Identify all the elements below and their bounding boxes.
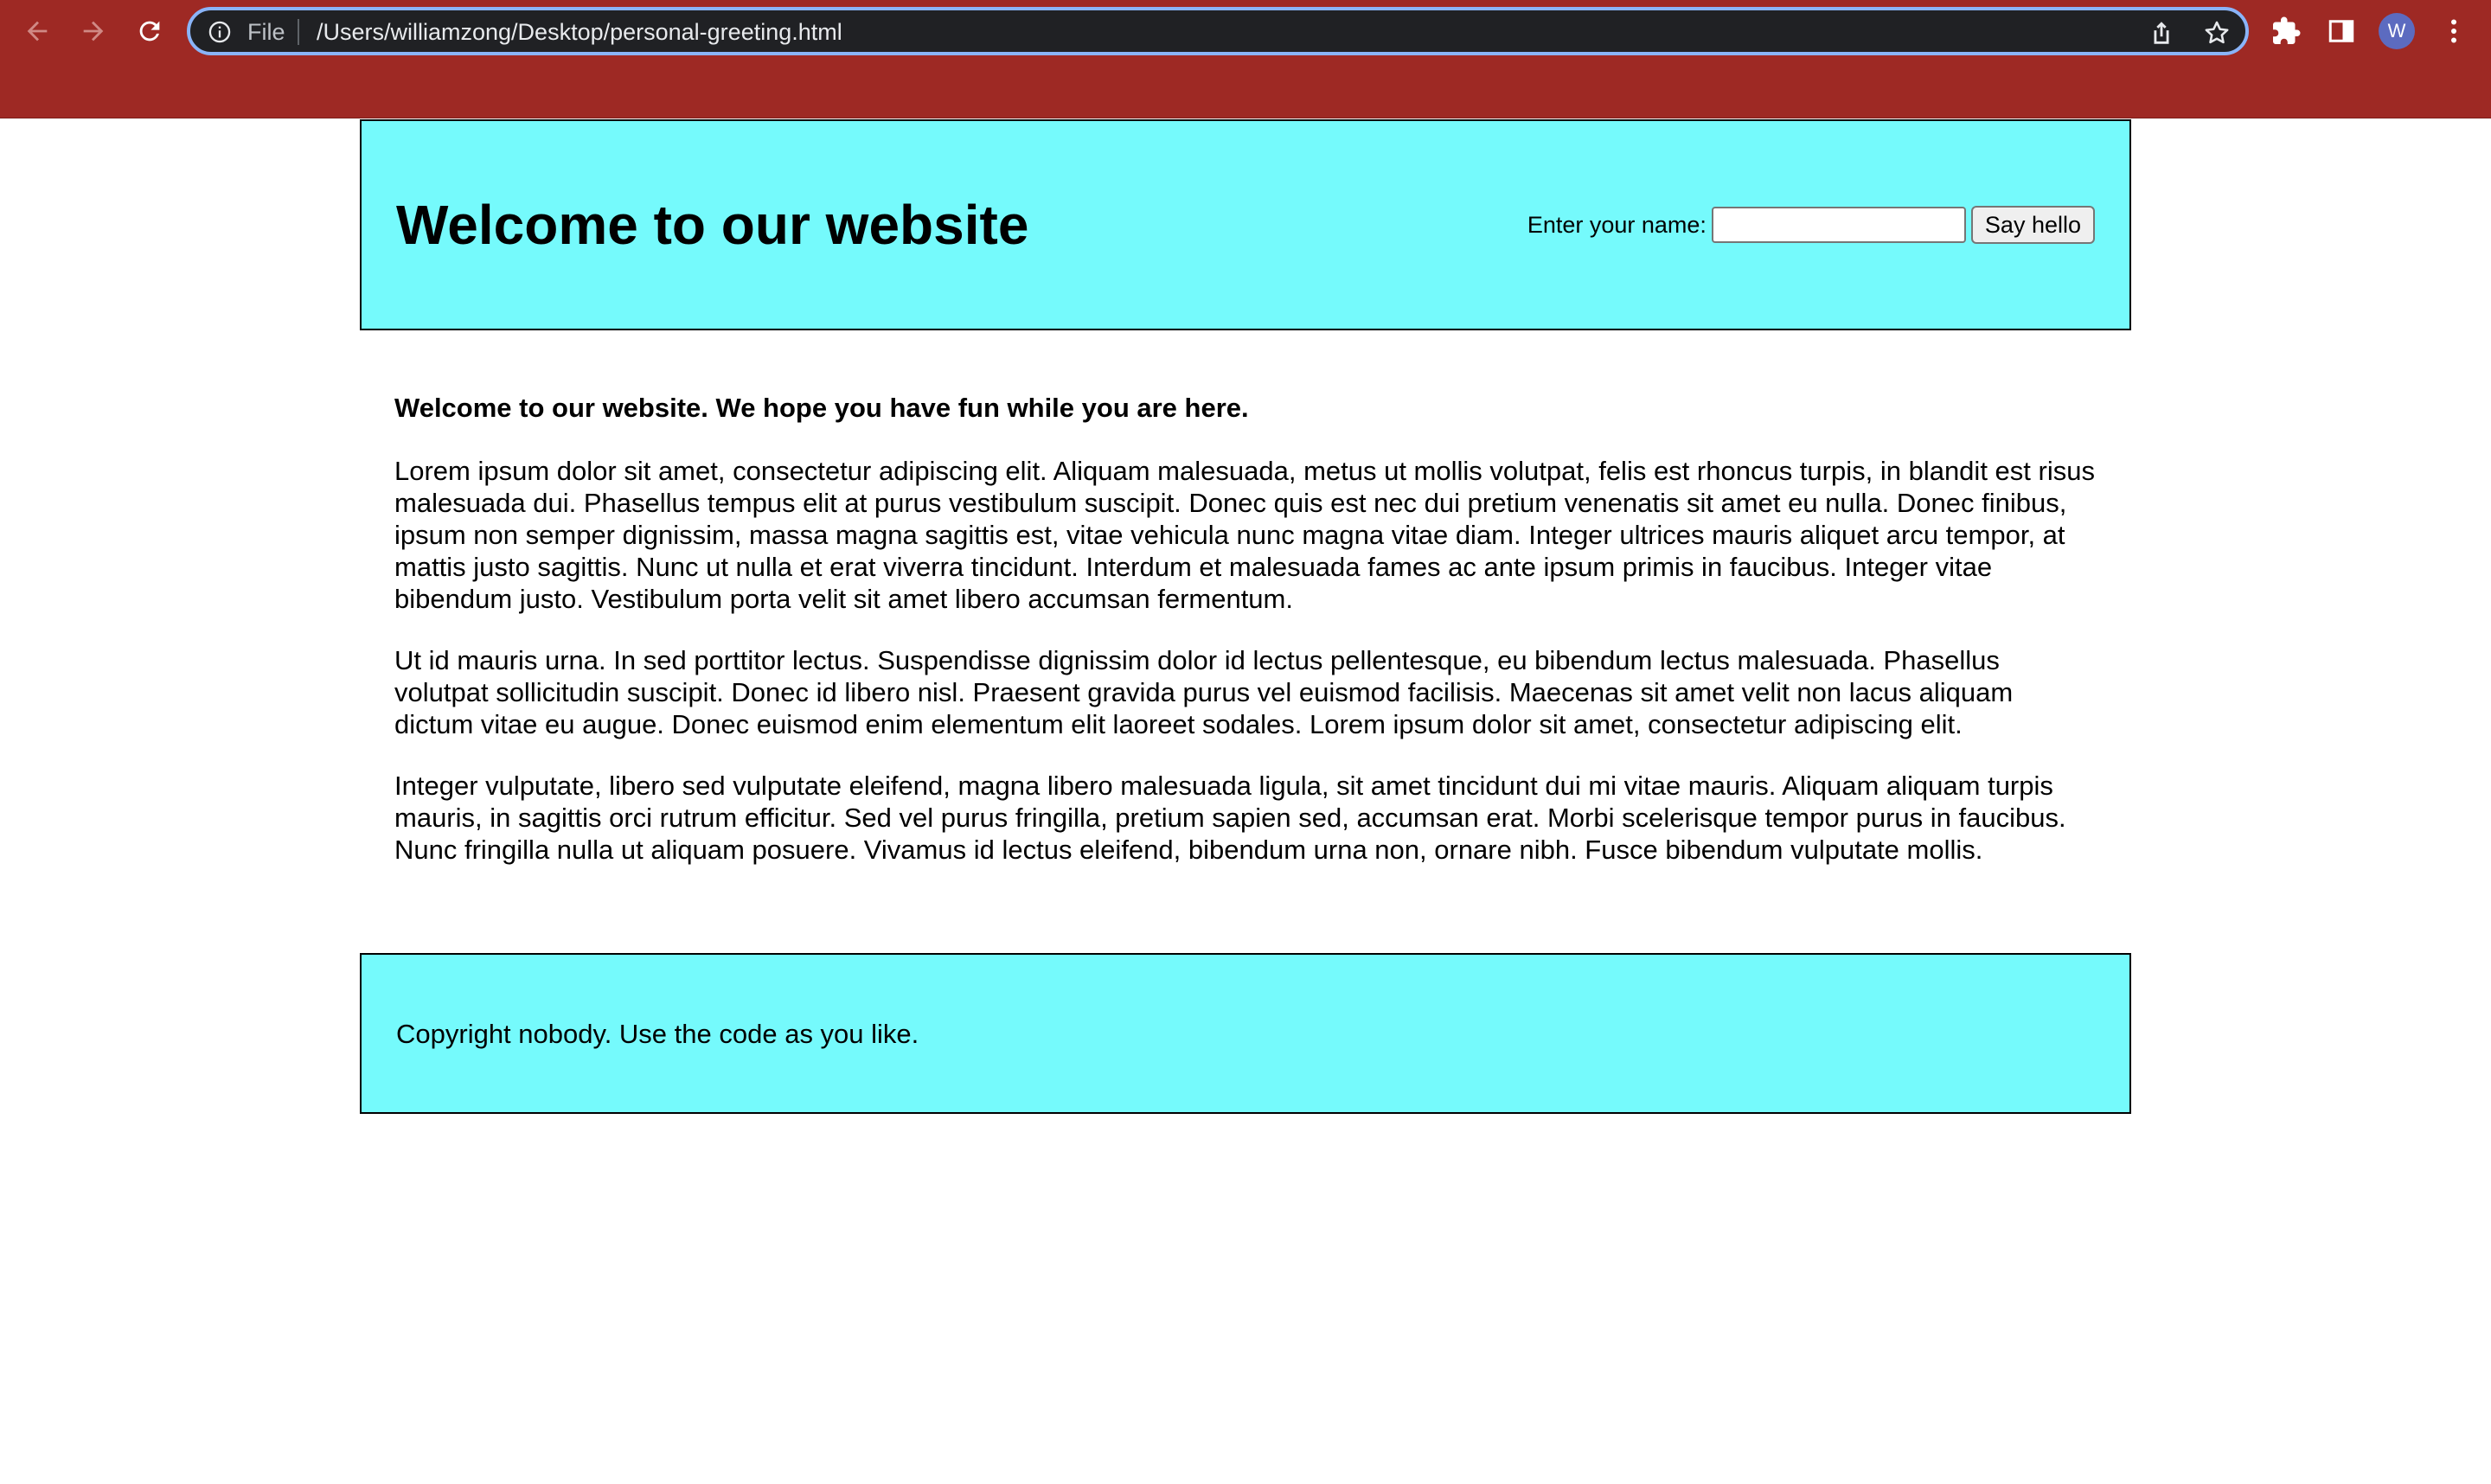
info-icon[interactable] [208,20,232,44]
forward-arrow-icon [83,21,104,42]
star-icon [2205,21,2229,44]
browser-toolbar: File /Users/williamzong/Desktop/personal… [0,0,2491,118]
page-header: Welcome to our website Enter your name: … [360,119,2131,330]
scheme-label: File [247,19,285,45]
share-button[interactable] [2147,18,2176,48]
reload-icon [139,21,160,42]
main-content: Welcome to our website. We hope you have… [394,391,2097,895]
paragraph-1: Lorem ipsum dolor sit amet, consectetur … [394,456,2095,614]
lead-text: Welcome to our website. We hope you have… [394,393,1249,423]
side-panel-icon [2328,20,2354,42]
url-text[interactable]: /Users/williamzong/Desktop/personal-gree… [317,19,842,45]
paragraph-3: Integer vulputate, libero sed vulputate … [394,771,2066,865]
extensions-button[interactable] [2268,13,2304,49]
more-menu-button[interactable] [2436,13,2472,49]
address-divider [298,19,299,45]
more-menu-icon [2451,19,2456,43]
side-panel-button[interactable] [2323,13,2360,49]
profile-avatar[interactable]: W [2379,13,2415,49]
paragraph-2: Ut id mauris urna. In sed porttitor lect… [394,645,2014,739]
page-title: Welcome to our website [396,194,1029,256]
back-button[interactable] [15,9,60,54]
address-bar[interactable]: File /Users/williamzong/Desktop/personal… [187,7,2249,55]
greeting-form: Enter your name: Say hello [1527,206,2095,244]
bookmark-button[interactable] [2202,18,2232,48]
forward-button[interactable] [71,9,116,54]
say-hello-button[interactable]: Say hello [1970,206,2095,244]
footer-text: Copyright nobody. Use the code as you li… [396,1019,919,1049]
back-arrow-icon [27,21,48,42]
name-label: Enter your name: [1527,211,1707,238]
extensions-icon [2273,16,2301,44]
page-footer: Copyright nobody. Use the code as you li… [360,953,2131,1114]
reload-button[interactable] [127,9,172,54]
share-icon [2154,22,2169,44]
name-input[interactable] [1711,207,1966,243]
